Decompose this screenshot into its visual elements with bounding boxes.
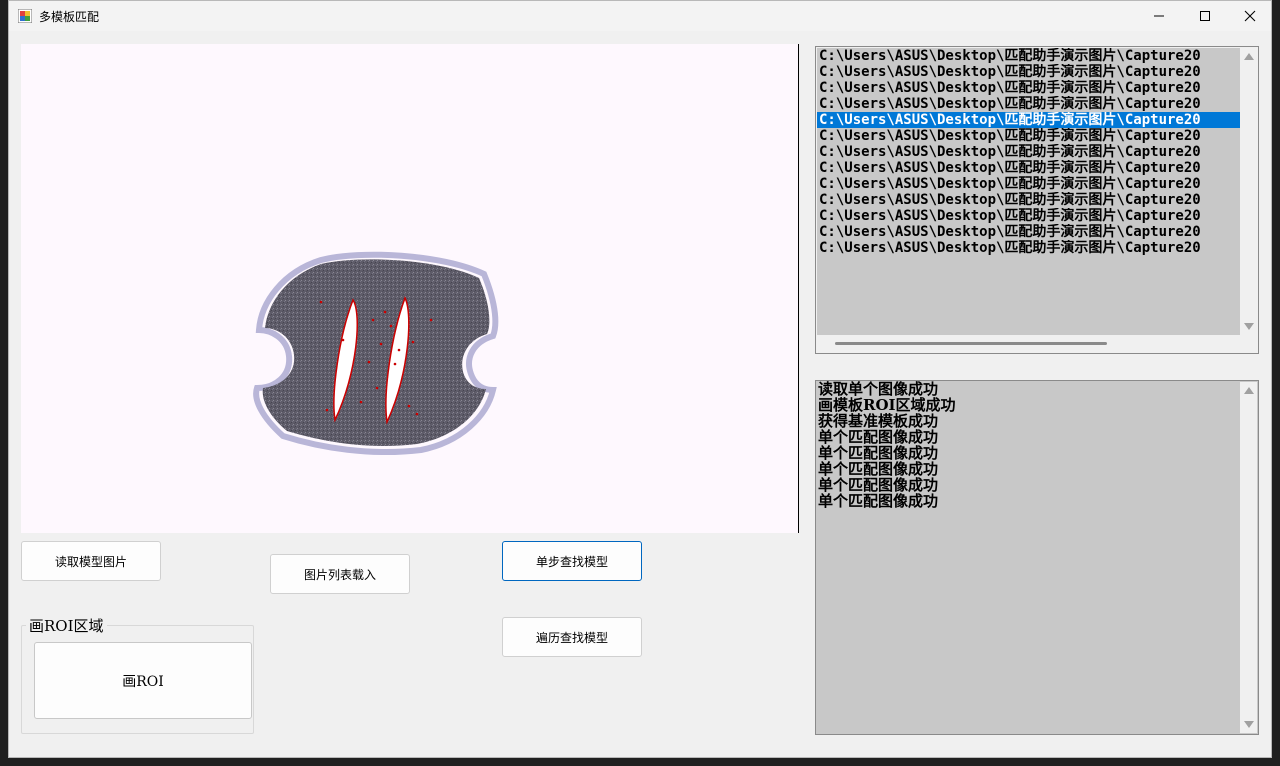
log-line: 单个匹配图像成功 [818,492,939,510]
file-list-item[interactable]: C:\Users\ASUS\Desktop\匹配助手演示图片\Capture20 [817,176,1240,192]
file-list-item[interactable]: C:\Users\ASUS\Desktop\匹配助手演示图片\Capture20 [817,112,1240,128]
scroll-down-icon[interactable] [1244,323,1254,330]
scroll-up-icon[interactable] [1244,53,1254,60]
maximize-button[interactable] [1182,1,1228,31]
file-list-item[interactable]: C:\Users\ASUS\Desktop\匹配助手演示图片\Capture20 [817,80,1240,96]
file-list-item[interactable]: C:\Users\ASUS\Desktop\匹配助手演示图片\Capture20 [817,208,1240,224]
log-line: 单个匹配图像成功 [818,460,939,478]
traverse-find-model-button[interactable]: 遍历查找模型 [502,617,642,657]
file-list-horizontal-scrollbar[interactable] [817,335,1240,352]
main-window: 多模板匹配 读取模型图片 图片列表载入 单步查找模型 遍历查找模型 画ROI区域… [8,0,1272,758]
part-body [262,259,490,447]
file-list-item[interactable]: C:\Users\ASUS\Desktop\匹配助手演示图片\Capture20 [817,192,1240,208]
file-list-item[interactable]: C:\Users\ASUS\Desktop\匹配助手演示图片\Capture20 [817,224,1240,240]
log-line: 单个匹配图像成功 [818,476,939,494]
inspected-part-image [253,251,499,456]
log-line: 画模板ROI区域成功 [818,396,956,414]
read-model-image-button[interactable]: 读取模型图片 [21,541,161,581]
close-button[interactable] [1227,1,1273,31]
scroll-up-icon[interactable] [1244,387,1254,394]
file-list-item[interactable]: C:\Users\ASUS\Desktop\匹配助手演示图片\Capture20 [817,128,1240,144]
log-lines: 读取单个图像成功 画模板ROI区域成功 获得基准模板成功 单个匹配图像成功 单个匹配图像… [818,381,1238,731]
minimize-button[interactable] [1136,1,1182,31]
close-icon [1244,10,1256,22]
horizontal-scroll-thumb[interactable] [835,342,1107,345]
log-line: 获得基准模板成功 [818,412,939,430]
status-log-textbox[interactable]: 读取单个图像成功 画模板ROI区域成功 获得基准模板成功 单个匹配图像成功 单个匹配图像… [815,380,1259,735]
file-list-item[interactable]: C:\Users\ASUS\Desktop\匹配助手演示图片\Capture20 [817,48,1240,64]
roi-group-label: 画ROI区域 [26,615,107,636]
log-line: 读取单个图像成功 [818,381,939,398]
log-vertical-scrollbar[interactable] [1240,382,1257,733]
load-image-list-button[interactable]: 图片列表载入 [270,554,410,594]
minimize-icon [1154,15,1164,17]
app-icon [18,9,32,23]
file-list-item[interactable]: C:\Users\ASUS\Desktop\匹配助手演示图片\Capture20 [817,64,1240,80]
image-file-listbox[interactable]: C:\Users\ASUS\Desktop\匹配助手演示图片\Capture20… [815,46,1259,354]
image-display-canvas[interactable] [21,44,799,533]
draw-roi-button[interactable]: 画ROI [34,642,252,719]
window-title: 多模板匹配 [39,10,100,24]
log-line: 单个匹配图像成功 [818,444,939,462]
file-list-item[interactable]: C:\Users\ASUS\Desktop\匹配助手演示图片\Capture20 [817,96,1240,112]
file-list-item[interactable]: C:\Users\ASUS\Desktop\匹配助手演示图片\Capture20 [817,240,1240,256]
title-bar[interactable]: 多模板匹配 [9,1,1271,31]
file-list-items: C:\Users\ASUS\Desktop\匹配助手演示图片\Capture20… [817,48,1240,336]
step-find-model-button[interactable]: 单步查找模型 [502,541,642,581]
scroll-down-icon[interactable] [1244,721,1254,728]
file-list-item[interactable]: C:\Users\ASUS\Desktop\匹配助手演示图片\Capture20 [817,144,1240,160]
file-list-item[interactable]: C:\Users\ASUS\Desktop\匹配助手演示图片\Capture20 [817,160,1240,176]
log-line: 单个匹配图像成功 [818,428,939,446]
maximize-icon [1200,11,1210,21]
file-list-vertical-scrollbar[interactable] [1240,48,1257,335]
